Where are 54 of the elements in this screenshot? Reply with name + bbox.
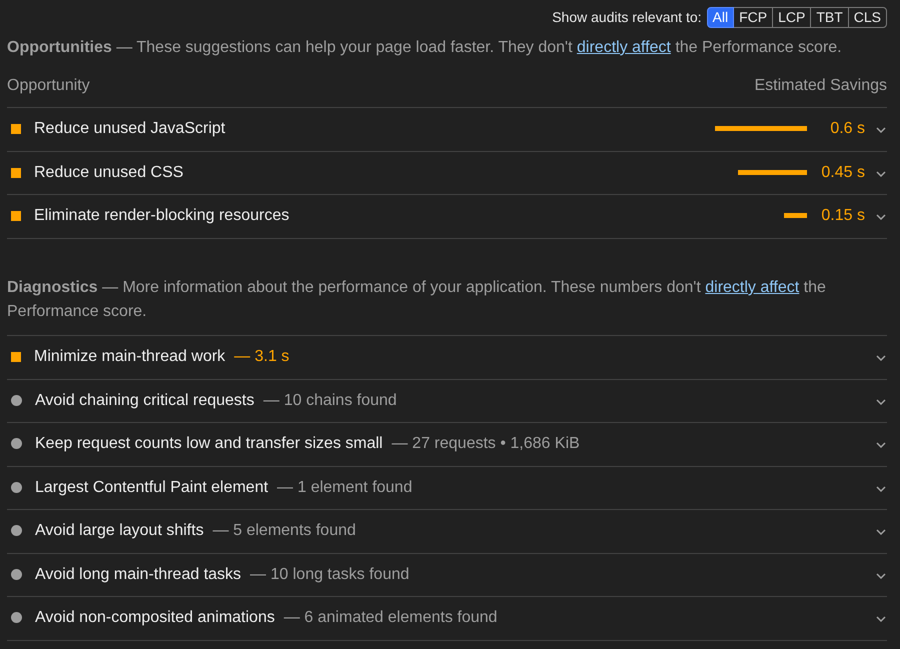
directly-affect-link[interactable]: directly affect — [705, 279, 800, 296]
section-description: Opportunities — These suggestions can help your page load faster. They don't directly affect the Performance score. — [7, 38, 843, 58]
chevron-down-icon[interactable] — [876, 529, 886, 535]
audit-title: Avoid chaining critical requests — [35, 390, 254, 410]
filter-label: Show audits relevant to: — [552, 8, 702, 27]
audit-detail: — 10 chains found — [263, 390, 397, 410]
chevron-down-icon[interactable] — [876, 399, 886, 405]
audit-title: Avoid large layout shifts — [35, 520, 204, 540]
metric-filter-button[interactable]: LCP — [772, 7, 812, 28]
chevron-down-icon[interactable] — [876, 355, 886, 361]
status-dot-icon — [11, 438, 22, 449]
metric-filter-button[interactable]: TBT — [810, 7, 849, 28]
savings-sparkline-bar — [784, 213, 807, 218]
audit-title: Reduce unused JavaScript — [34, 118, 226, 138]
metric-filter-button[interactable]: All — [706, 7, 734, 28]
audit-title: Keep request counts low and transfer sizes small — [35, 434, 383, 454]
chevron-down-icon[interactable] — [876, 442, 886, 448]
savings-sparkline-bar — [738, 170, 807, 175]
status-dot-icon — [11, 612, 22, 623]
audit-detail: — 1 element found — [277, 478, 412, 498]
audit-title: Avoid long main-thread tasks — [35, 564, 242, 584]
audit-title: Minimize main-thread work — [34, 346, 226, 366]
column-header: Estimated Savings — [754, 76, 887, 96]
audit-detail: — 5 elements found — [212, 520, 356, 540]
metric-filter-button[interactable]: FCP — [733, 7, 774, 28]
audit-detail: — 27 requests • 1,686 KiB — [392, 434, 580, 454]
audit-detail: — 6 animated elements found — [284, 608, 498, 628]
status-square-icon — [11, 352, 21, 362]
section-description: Diagnostics — More information about the performance of your application. These numbers don't directly affect the Performance score. — [7, 278, 827, 322]
status-dot-icon — [11, 569, 22, 580]
status-dot-icon — [11, 482, 22, 493]
audit-detail: — 3.1 s — [234, 346, 290, 366]
chevron-down-icon[interactable] — [876, 573, 886, 579]
metric-filter-button[interactable]: CLS — [848, 7, 887, 28]
status-dot-icon — [11, 525, 22, 536]
chevron-down-icon[interactable] — [876, 486, 886, 492]
status-square-icon — [11, 210, 21, 220]
audit-title: Reduce unused CSS — [34, 162, 184, 182]
audit-title: Eliminate render-blocking resources — [34, 206, 290, 226]
status-dot-icon — [11, 395, 22, 406]
chevron-down-icon[interactable] — [876, 214, 886, 220]
savings-value: 0.6 s — [829, 118, 865, 138]
chevron-down-icon[interactable] — [876, 127, 886, 133]
chevron-down-icon[interactable] — [876, 616, 886, 622]
audit-title: Avoid non-composited animations — [35, 608, 275, 628]
audit-detail: — 10 long tasks found — [250, 564, 410, 584]
audit-title: Largest Contentful Paint element — [35, 478, 268, 498]
chevron-down-icon[interactable] — [876, 171, 886, 177]
status-square-icon — [11, 168, 21, 178]
savings-value: 0.15 s — [820, 206, 865, 226]
status-square-icon — [11, 124, 21, 134]
column-header: Opportunity — [7, 76, 90, 96]
directly-affect-link[interactable]: directly affect — [576, 39, 671, 56]
savings-value: 0.45 s — [820, 162, 865, 182]
